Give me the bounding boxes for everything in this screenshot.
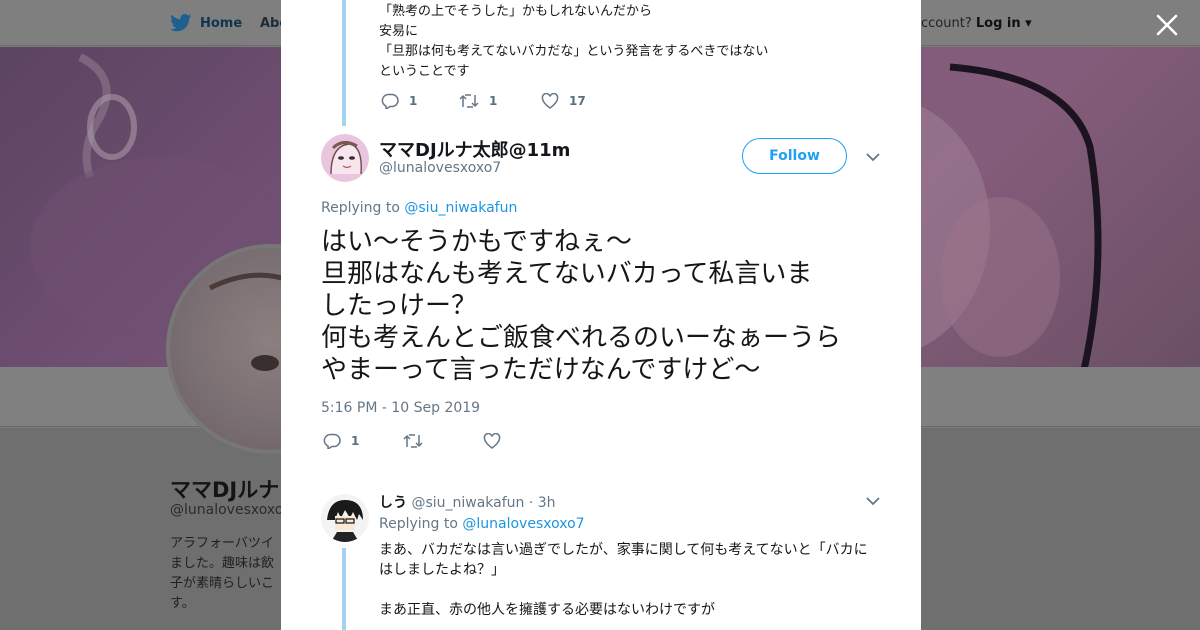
replying-prefix: Replying to xyxy=(379,516,458,532)
follow-button[interactable]: Follow xyxy=(742,138,847,174)
main-tweet-timestamp[interactable]: 5:16 PM - 10 Sep 2019 xyxy=(321,400,480,416)
reply-tweet-handle[interactable]: @siu_niwakafun xyxy=(411,495,524,511)
retweet-icon xyxy=(403,434,423,448)
chevron-down-icon[interactable] xyxy=(865,152,881,162)
profile-bio: アラフォーバツイ ました。趣味は飲 子が素晴らしいこ す。 xyxy=(170,536,275,611)
like-button[interactable]: 17 xyxy=(541,93,586,109)
nav-home-link[interactable]: Home xyxy=(170,14,242,32)
nav-account-area: ccount? Log in ▾ xyxy=(921,16,1032,31)
profile-name: ママDJルナ xyxy=(170,478,280,502)
account-prompt: ccount? xyxy=(921,16,972,31)
like-count: 17 xyxy=(569,94,586,108)
reply-tweet-display-name[interactable]: しう xyxy=(379,495,407,511)
retweet-icon xyxy=(459,94,479,108)
tweet-modal: 「熟考の上でそうした」かもしれないんだから 安易に 「旦那は何も考えてないバカだ… xyxy=(281,0,921,630)
reply-tweet-text: まあ、バカだなは言い過ぎでしたが、家事に関して何も考えてないと「バカに はしまし… xyxy=(379,542,868,618)
reply-tweet-avatar[interactable] xyxy=(321,494,369,542)
close-icon[interactable] xyxy=(1154,12,1180,38)
like-icon xyxy=(541,93,559,109)
replying-mention-link[interactable]: @lunalovesxoxo7 xyxy=(462,516,584,532)
profile-handle: @lunalovesxoxo7 xyxy=(170,502,293,518)
twitter-bird-icon xyxy=(170,14,192,32)
avatar-illustration xyxy=(321,494,369,542)
main-tweet-display-name[interactable]: ママDJルナ太郎@11m xyxy=(379,136,570,162)
like-button[interactable] xyxy=(483,433,501,449)
reply-count: 1 xyxy=(351,434,360,448)
main-tweet-handle[interactable]: @lunalovesxoxo7 xyxy=(379,160,501,176)
main-tweet-replying-to: Replying to @siu_niwakafun xyxy=(321,200,517,216)
previous-tweet-text: 「熟考の上でそうした」かもしれないんだから 安易に 「旦那は何も考えてないバカだ… xyxy=(379,4,769,79)
previous-tweet-actions: 1 1 17 xyxy=(381,93,586,109)
reply-tweet-time[interactable]: · 3h xyxy=(529,495,556,511)
retweet-count: 1 xyxy=(489,94,498,108)
replying-prefix: Replying to xyxy=(321,200,400,216)
main-tweet-avatar[interactable] xyxy=(321,134,369,182)
reply-button[interactable]: 1 xyxy=(381,93,459,109)
avatar-illustration xyxy=(321,134,369,182)
retweet-button[interactable] xyxy=(403,433,483,449)
like-icon xyxy=(483,433,501,449)
replying-mention-link[interactable]: @siu_niwakafun xyxy=(404,200,517,216)
chevron-down-icon[interactable] xyxy=(865,496,881,506)
reply-tweet-header: しう @siu_niwakafun · 3h xyxy=(379,492,556,512)
retweet-button[interactable]: 1 xyxy=(459,93,541,109)
login-link[interactable]: Log in ▾ xyxy=(976,16,1032,31)
reply-icon xyxy=(323,433,341,449)
thread-line xyxy=(342,0,346,126)
reply-button[interactable]: 1 xyxy=(323,433,403,449)
main-tweet-actions: 1 xyxy=(323,433,501,449)
reply-icon xyxy=(381,93,399,109)
thread-line xyxy=(342,548,346,630)
main-tweet-text: はい〜そうかもですねぇ〜 旦那はなんも考えてないバカって私言いま したっけー？ … xyxy=(321,227,842,385)
reply-count: 1 xyxy=(409,94,418,108)
reply-tweet-replying-to: Replying to @lunalovesxoxo7 xyxy=(379,516,585,532)
nav-home-label: Home xyxy=(200,15,243,31)
